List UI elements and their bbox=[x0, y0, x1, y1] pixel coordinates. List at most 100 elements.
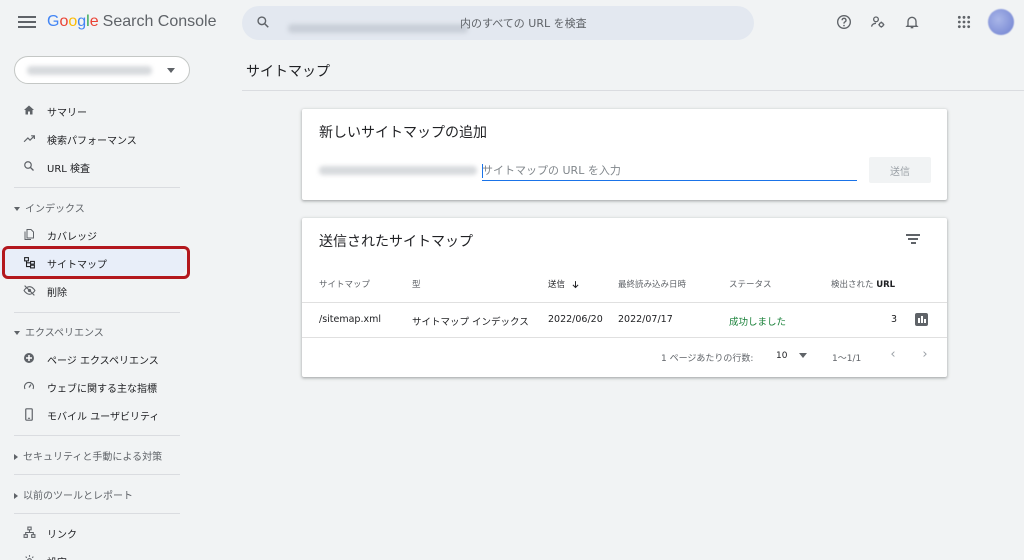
sidebar-item-label: サイトマップ bbox=[47, 260, 107, 271]
column-header-discovered-urls[interactable]: 検出された URL bbox=[831, 278, 895, 290]
column-header-last-read[interactable]: 最終読み込み日時 bbox=[618, 278, 686, 290]
sidebar-item-summary[interactable]: サマリー bbox=[0, 96, 188, 124]
section-label: セキュリティと手動による対策 bbox=[23, 452, 163, 463]
account-avatar[interactable] bbox=[988, 9, 1014, 35]
settings-icon bbox=[22, 553, 36, 560]
links-icon bbox=[22, 525, 36, 539]
chevron-right-icon bbox=[14, 493, 18, 499]
search-placeholder: 内のすべての URL を検査 bbox=[460, 17, 587, 30]
bar-chart-icon[interactable] bbox=[915, 313, 928, 326]
divider bbox=[14, 474, 180, 475]
chevron-right-icon bbox=[14, 454, 18, 460]
add-sitemap-card: 新しいサイトマップの追加 送信 bbox=[302, 109, 947, 200]
manage-users-icon[interactable] bbox=[868, 12, 888, 32]
logo-letter: G bbox=[47, 13, 60, 30]
divider bbox=[14, 435, 180, 436]
sidebar-item-core-web-vitals[interactable]: ウェブに関する主な指標 bbox=[0, 372, 188, 400]
cell-submitted: 2022/06/20 bbox=[548, 314, 603, 325]
home-icon bbox=[22, 103, 36, 117]
sidebar-item-label: 削除 bbox=[47, 288, 67, 299]
sidebar-item-coverage[interactable]: カバレッジ bbox=[0, 220, 188, 248]
section-label: エクスペリエンス bbox=[25, 328, 104, 339]
speed-icon bbox=[22, 379, 36, 393]
sidebar-item-performance[interactable]: 検索パフォーマンス bbox=[0, 124, 188, 152]
filter-icon[interactable] bbox=[906, 234, 920, 246]
section-index[interactable]: インデックス bbox=[14, 200, 85, 215]
property-name-redacted bbox=[27, 66, 152, 75]
sidebar-item-label: ページ エクスペリエンス bbox=[47, 356, 159, 367]
visibility-off-icon bbox=[22, 283, 36, 297]
sidebar-item-page-experience[interactable]: ページ エクスペリエンス bbox=[0, 344, 188, 372]
sidebar-item-label: ウェブに関する主な指標 bbox=[47, 384, 157, 395]
smartphone-icon bbox=[22, 407, 36, 421]
url-inspection-search[interactable]: 内のすべての URL を検査 bbox=[242, 6, 754, 40]
sidebar-item-removals[interactable]: 削除 bbox=[0, 276, 188, 304]
section-security[interactable]: セキュリティと手動による対策 bbox=[14, 448, 162, 463]
section-experience[interactable]: エクスペリエンス bbox=[14, 324, 104, 339]
property-selector[interactable] bbox=[14, 56, 190, 84]
help-icon[interactable] bbox=[834, 12, 854, 32]
logo-letter: o bbox=[68, 13, 78, 30]
chevron-down-icon bbox=[14, 207, 20, 211]
divider bbox=[14, 312, 180, 313]
cell-sitemap: /sitemap.xml bbox=[319, 314, 382, 325]
sidebar-item-sitemaps[interactable]: サイトマップ bbox=[0, 248, 188, 276]
submit-button[interactable]: 送信 bbox=[869, 157, 931, 183]
sidebar-item-links[interactable]: リンク bbox=[0, 518, 188, 546]
column-header-submitted[interactable]: 送信 bbox=[548, 278, 580, 290]
sitemap-url-input[interactable] bbox=[482, 161, 857, 181]
sidebar-item-label: カバレッジ bbox=[47, 232, 97, 243]
column-header-label: 送信 bbox=[548, 280, 566, 290]
sidebar-item-label: サマリー bbox=[47, 108, 87, 119]
sidebar: サマリー 検索パフォーマンス URL 検査 インデックス カバレッジ サイトマッ… bbox=[0, 46, 200, 560]
search-icon bbox=[257, 16, 269, 28]
sidebar-item-label: リンク bbox=[47, 530, 77, 541]
apps-grid-icon[interactable] bbox=[954, 12, 974, 32]
notifications-icon[interactable] bbox=[902, 12, 922, 32]
chevron-down-icon bbox=[167, 68, 175, 73]
top-app-bar: Google Search Console 内のすべての URL を検査 bbox=[0, 0, 1024, 46]
sidebar-item-url-inspection[interactable]: URL 検査 bbox=[0, 152, 188, 180]
property-url-redacted bbox=[288, 24, 468, 33]
chevron-down-icon bbox=[799, 353, 808, 358]
logo-letter: e bbox=[89, 13, 99, 30]
property-url-prefix-redacted bbox=[319, 166, 477, 175]
arrow-down-icon bbox=[572, 281, 579, 289]
previous-page-icon[interactable]: ‹ bbox=[886, 347, 900, 363]
sidebar-item-mobile-usability[interactable]: モバイル ユーザビリティ bbox=[0, 400, 188, 428]
cell-last-read: 2022/07/17 bbox=[618, 314, 673, 325]
divider bbox=[242, 90, 1024, 91]
cell-type: サイトマップ インデックス bbox=[412, 317, 529, 328]
sidebar-item-label: モバイル ユーザビリティ bbox=[47, 412, 160, 423]
section-label: 以前のツールとレポート bbox=[23, 491, 133, 502]
product-name: Search Console bbox=[102, 13, 217, 30]
file-copy-icon bbox=[22, 227, 36, 241]
menu-icon[interactable] bbox=[18, 14, 36, 30]
text-cursor bbox=[482, 164, 483, 178]
app-logo[interactable]: Google Search Console bbox=[47, 13, 216, 31]
rows-per-page-select[interactable]: 10 bbox=[776, 351, 808, 361]
submitted-sitemaps-title: 送信されたサイトマップ bbox=[319, 234, 473, 250]
page-title: サイトマップ bbox=[246, 64, 330, 80]
page-experience-icon bbox=[22, 351, 36, 365]
rows-per-page-label: 1 ページあたりの行数: bbox=[661, 354, 754, 364]
sidebar-item-settings[interactable]: 設定 bbox=[0, 546, 188, 560]
column-header-sitemap[interactable]: サイトマップ bbox=[319, 278, 370, 290]
section-legacy-tools[interactable]: 以前のツールとレポート bbox=[14, 487, 133, 502]
trending-up-icon bbox=[22, 131, 36, 145]
column-header-status[interactable]: ステータス bbox=[729, 278, 772, 290]
column-header-type[interactable]: 型 bbox=[412, 278, 421, 290]
divider bbox=[302, 302, 947, 303]
sidebar-item-label: URL 検査 bbox=[47, 164, 91, 175]
next-page-icon[interactable]: › bbox=[918, 347, 932, 363]
divider bbox=[14, 513, 180, 514]
column-header-label: 検出された bbox=[831, 280, 874, 290]
search-icon bbox=[22, 159, 36, 173]
sidebar-item-label: 検索パフォーマンス bbox=[47, 136, 137, 147]
cell-status: 成功しました bbox=[729, 317, 787, 328]
section-label: インデックス bbox=[25, 204, 85, 215]
sidebar-item-label: 設定 bbox=[47, 554, 67, 560]
submitted-sitemaps-card: 送信されたサイトマップ サイトマップ 型 送信 最終読み込み日時 ステータス 検… bbox=[302, 218, 947, 377]
logo-letter: g bbox=[77, 13, 87, 30]
sitemap-icon bbox=[22, 255, 36, 269]
